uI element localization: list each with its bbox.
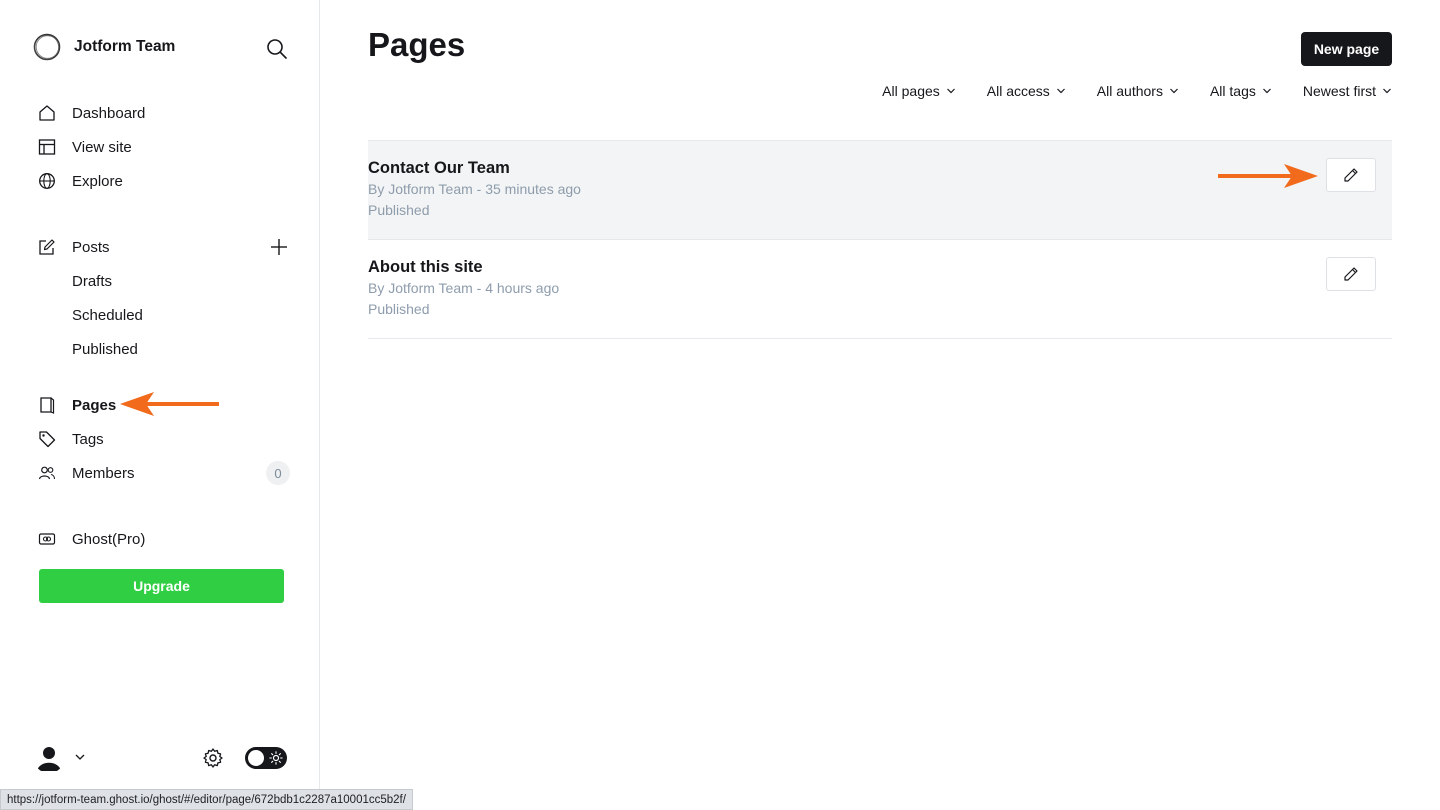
nav-ghost-pro-label: Ghost(Pro)	[72, 530, 146, 548]
nav-explore-label: Explore	[72, 172, 123, 190]
nav-drafts-label: Drafts	[72, 272, 113, 290]
nav-scheduled-label: Scheduled	[72, 306, 143, 324]
theme-toggle[interactable]	[245, 747, 287, 769]
search-icon[interactable]	[265, 37, 289, 61]
site-logo-icon	[33, 33, 61, 61]
nav-view-site[interactable]: View site	[38, 135, 132, 159]
nav-published-label: Published	[72, 340, 138, 358]
nav-view-site-label: View site	[72, 138, 132, 156]
plus-icon[interactable]	[268, 236, 290, 258]
nav-pages[interactable]: Pages	[38, 393, 116, 417]
filter-access-dropdown[interactable]: All access	[987, 80, 1066, 102]
chevron-down-icon	[1262, 88, 1271, 94]
nav-explore[interactable]: Explore	[38, 169, 123, 193]
nav-posts-label: Posts	[72, 238, 110, 256]
tag-icon	[38, 430, 56, 448]
ghost-pro-icon	[38, 530, 56, 548]
members-count-badge: 0	[266, 461, 290, 485]
toggle-knob	[248, 750, 264, 766]
nav-members-label: Members	[72, 464, 135, 482]
filter-authors-dropdown[interactable]: All authors	[1097, 80, 1179, 102]
page-status: Published	[368, 202, 430, 218]
filter-access-label: All access	[986, 83, 1050, 99]
users-icon	[38, 464, 56, 482]
user-menu[interactable]	[33, 741, 86, 773]
nav-drafts[interactable]: Drafts	[72, 269, 112, 293]
page-title-link[interactable]: Contact Our Team	[368, 159, 510, 178]
gear-icon[interactable]	[202, 747, 224, 769]
brand[interactable]: Jotform Team	[33, 33, 175, 61]
nav-dashboard-label: Dashboard	[72, 104, 146, 122]
nav-scheduled[interactable]: Scheduled	[72, 303, 143, 327]
nav-tags-label: Tags	[72, 430, 104, 448]
filter-pages-dropdown[interactable]: All pages	[882, 80, 956, 102]
chevron-down-icon	[1383, 88, 1391, 94]
filter-bar: All pages All access All authors All tag…	[851, 80, 1392, 102]
sort-order-label: Newest first	[1302, 83, 1376, 99]
page-title: Pages	[368, 26, 466, 63]
globe-icon	[38, 172, 56, 190]
chevron-down-icon	[946, 88, 955, 94]
avatar	[33, 741, 65, 773]
chevron-down-icon	[1170, 88, 1178, 94]
annotation-arrow-pages	[120, 392, 219, 416]
filter-authors-label: All authors	[1096, 83, 1163, 99]
page-meta: By Jotform Team - 4 hours ago	[368, 280, 560, 296]
page-meta: By Jotform Team - 35 minutes ago	[368, 181, 581, 197]
chevron-down-icon	[75, 754, 85, 760]
pencil-icon	[1344, 168, 1358, 182]
layout-icon	[38, 138, 56, 156]
edit-button[interactable]	[1326, 257, 1376, 291]
site-name: Jotform Team	[74, 38, 176, 55]
nav-posts[interactable]: Posts	[38, 235, 110, 259]
page-status: Published	[368, 301, 430, 317]
sun-icon	[269, 751, 283, 765]
house-icon	[38, 104, 56, 122]
status-bar-url: https://jotform-team.ghost.io/ghost/#/ed…	[0, 789, 413, 810]
nav-pages-label: Pages	[72, 396, 117, 414]
list-item[interactable]: About this site By Jotform Team - 4 hour…	[368, 240, 1392, 339]
nav-published[interactable]: Published	[72, 337, 138, 361]
edit-square-icon	[38, 238, 56, 256]
page-title-link[interactable]: About this site	[368, 258, 483, 277]
nav-members[interactable]: Members	[38, 461, 135, 485]
nav-ghost-pro[interactable]: Ghost(Pro)	[38, 527, 145, 551]
chevron-down-icon	[1056, 88, 1065, 94]
filter-pages-label: All pages	[882, 83, 940, 99]
filter-tags-dropdown[interactable]: All tags	[1210, 80, 1272, 102]
nav-tags[interactable]: Tags	[38, 427, 104, 451]
sort-order-dropdown[interactable]: Newest first	[1303, 80, 1392, 102]
annotation-arrow-edit	[1218, 164, 1318, 188]
list-item[interactable]: Contact Our Team By Jotform Team - 35 mi…	[368, 141, 1392, 240]
filter-tags-label: All tags	[1209, 83, 1256, 99]
nav-dashboard[interactable]: Dashboard	[38, 101, 145, 125]
pencil-icon	[1344, 267, 1358, 281]
upgrade-button[interactable]: Upgrade	[39, 569, 284, 603]
page-icon	[38, 396, 56, 414]
new-page-button[interactable]: New page	[1301, 32, 1392, 66]
edit-button[interactable]	[1326, 158, 1376, 192]
